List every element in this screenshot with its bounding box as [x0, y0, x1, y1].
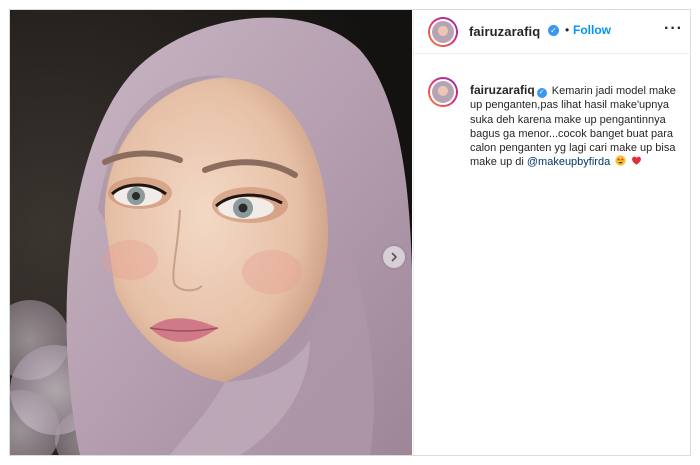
more-options-icon[interactable]: ··· [664, 21, 683, 37]
caption-avatar[interactable] [428, 77, 458, 107]
red-heart-emoji-icon [632, 157, 642, 166]
header-avatar[interactable] [428, 17, 458, 47]
avatar-image [430, 19, 456, 45]
post-photo[interactable] [10, 10, 412, 455]
header-separator: • [565, 23, 570, 37]
follow-button[interactable]: Follow [573, 23, 611, 37]
chevron-right-icon [391, 252, 397, 262]
star-struck-emoji-icon [615, 155, 626, 167]
verified-badge-icon: ✓ [536, 88, 547, 98]
verified-badge-icon: ✓ [548, 25, 559, 36]
post-side-panel: fairuzarafiq ✓ • Follow ··· fairuzarafiq… [413, 10, 691, 455]
caption-username[interactable]: fairuzarafiq [470, 83, 535, 97]
carousel-next-button[interactable] [383, 246, 405, 268]
post-caption: fairuzarafiq ✓ Kemarin jadi model make up… [470, 83, 682, 170]
post-header: fairuzarafiq ✓ • Follow ··· [414, 10, 691, 54]
avatar-image [430, 79, 456, 105]
portrait-image [10, 10, 412, 455]
header-username[interactable]: fairuzarafiq [469, 24, 540, 39]
caption-mention-link[interactable]: @makeupbyfirda [527, 156, 610, 168]
